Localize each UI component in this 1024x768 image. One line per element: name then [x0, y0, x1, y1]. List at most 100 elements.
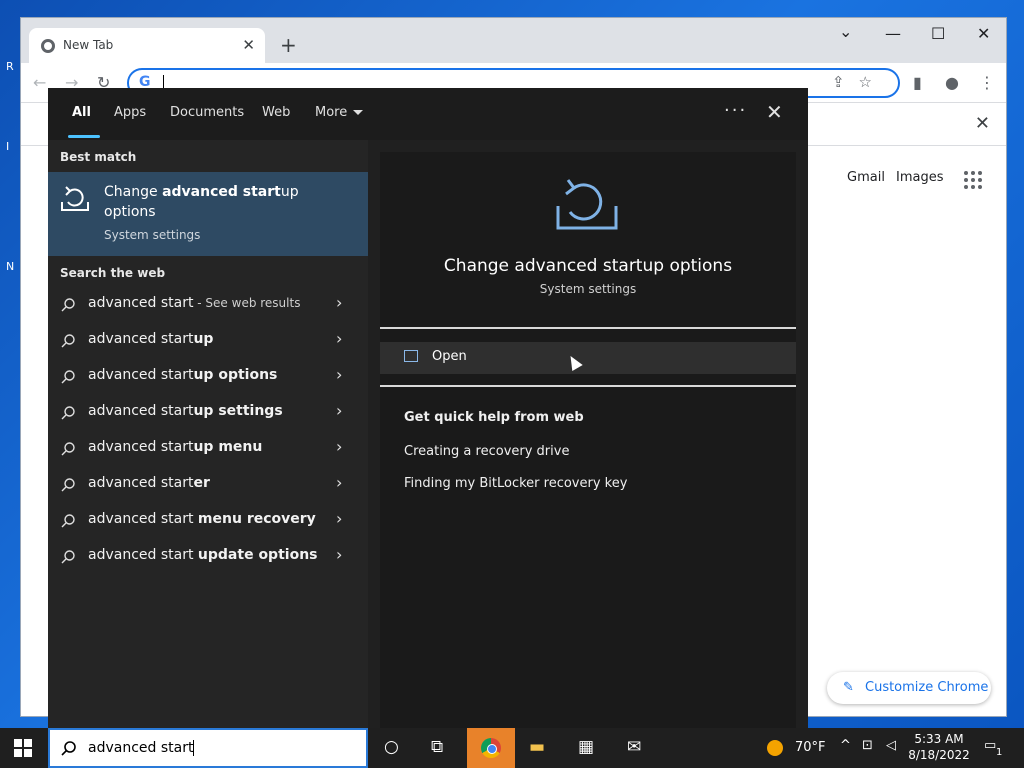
chevron-right-icon[interactable]: ›: [336, 293, 342, 312]
start-button-windows-icon[interactable]: [14, 739, 32, 757]
bookmark-star-icon[interactable]: ☆: [859, 73, 886, 91]
side-panel-icon[interactable]: ▮: [913, 73, 922, 92]
tab-apps[interactable]: Apps: [114, 105, 146, 120]
customize-chrome-button[interactable]: ✎ Customize Chrome: [827, 672, 991, 704]
clock-date: 8/18/2022: [908, 748, 970, 762]
notification-count: 1: [996, 747, 1003, 758]
search-icon: [61, 550, 75, 564]
cortana-icon[interactable]: ○: [384, 737, 399, 757]
task-view-icon[interactable]: ⧉: [431, 737, 443, 757]
recovery-large-icon: [556, 179, 618, 230]
back-arrow-icon[interactable]: ←: [33, 73, 46, 92]
active-tab-indicator: [68, 135, 100, 138]
chevron-right-icon[interactable]: ›: [336, 437, 342, 456]
search-web-label: Search the web: [60, 266, 166, 280]
result-bold: er: [193, 475, 210, 491]
chevron-right-icon[interactable]: ›: [336, 473, 342, 492]
network-icon[interactable]: ⊡: [862, 738, 873, 753]
preview-subtitle: System settings: [539, 282, 637, 296]
tab-more[interactable]: More: [315, 105, 364, 120]
taskbar-chrome-button[interactable]: [467, 728, 515, 768]
tab-close-icon[interactable]: ✕: [242, 36, 255, 54]
link-recovery-drive[interactable]: Creating a recovery drive: [404, 444, 569, 459]
search-icon: [61, 478, 75, 492]
chevron-right-icon[interactable]: ›: [336, 509, 342, 528]
bm-title-bold: advanced start: [162, 184, 281, 200]
mail-icon[interactable]: ✉: [627, 737, 641, 757]
search-icon: [61, 406, 75, 420]
file-explorer-icon[interactable]: ▬: [529, 737, 545, 757]
result-hint: - See web results: [193, 296, 301, 310]
best-match-item[interactable]: Change advanced startup options System s…: [48, 172, 368, 256]
tab-search-chevron-icon[interactable]: ⌄: [839, 22, 852, 41]
close-search-icon[interactable]: ✕: [766, 100, 783, 124]
search-icon: [61, 298, 75, 312]
tab-documents[interactable]: Documents: [170, 105, 244, 120]
result-bold: up settings: [193, 403, 283, 419]
web-result-text: advanced start - See web results: [88, 295, 300, 311]
web-result-item[interactable]: advanced start - See web results ›: [48, 287, 368, 323]
menu-kebab-icon[interactable]: ⋮: [979, 73, 995, 92]
chevron-right-icon[interactable]: ›: [336, 365, 342, 384]
best-match-title: Change advanced startup options: [104, 182, 334, 222]
share-icon[interactable]: ⇪: [832, 73, 859, 91]
web-result-item[interactable]: advanced start update options ›: [48, 539, 368, 575]
chevron-right-icon[interactable]: ›: [336, 545, 342, 564]
gmail-link[interactable]: Gmail: [847, 170, 885, 185]
volume-muted-icon[interactable]: ◁: [886, 738, 896, 753]
web-result-item[interactable]: advanced startup ›: [48, 323, 368, 359]
new-tab-button[interactable]: +: [280, 35, 297, 55]
pencil-icon: ✎: [843, 680, 854, 695]
tab-title: New Tab: [63, 38, 114, 52]
web-result-item[interactable]: advanced starter ›: [48, 467, 368, 503]
tab-web[interactable]: Web: [262, 105, 290, 120]
best-match-subtitle: System settings: [104, 228, 201, 242]
profile-avatar-icon[interactable]: ●: [945, 73, 959, 92]
weather-sun-icon[interactable]: [767, 740, 783, 756]
tab-strip: New Tab ✕ + ⌄ — ☐ ✕: [21, 18, 1006, 63]
search-icon: [61, 370, 75, 384]
result-plain: advanced start: [88, 439, 194, 455]
infobar-close-icon[interactable]: ✕: [975, 113, 990, 134]
store-icon[interactable]: ▦: [578, 737, 594, 757]
taskbar-search-box[interactable]: advanced start: [48, 728, 368, 768]
tab-more-label: More: [315, 105, 348, 120]
web-result-text: advanced startup options: [88, 367, 277, 383]
web-result-item[interactable]: advanced start menu recovery ›: [48, 503, 368, 539]
tab-all[interactable]: All: [72, 105, 91, 120]
search-icon: [61, 514, 75, 528]
open-button[interactable]: Open: [380, 342, 796, 374]
weather-temp[interactable]: 70°F: [795, 740, 826, 755]
desktop-icons-edge: RIN: [6, 60, 15, 273]
result-plain: advanced start: [88, 475, 194, 491]
more-options-icon[interactable]: ···: [724, 100, 747, 121]
web-result-text: advanced startup: [88, 331, 213, 347]
result-bold: menu recovery: [197, 511, 316, 527]
maximize-button[interactable]: ☐: [931, 24, 945, 43]
google-apps-icon[interactable]: [964, 171, 982, 189]
preview-pane: Change advanced startup options System s…: [380, 152, 796, 728]
clock[interactable]: 5:33 AM 8/18/2022: [908, 731, 970, 763]
web-result-item[interactable]: advanced startup menu ›: [48, 431, 368, 467]
open-label: Open: [432, 349, 467, 364]
web-result-item[interactable]: advanced startup options ›: [48, 359, 368, 395]
divider: [380, 327, 796, 329]
web-result-text: advanced start update options: [88, 547, 318, 563]
chevron-right-icon[interactable]: ›: [336, 401, 342, 420]
tray-chevron-up-icon[interactable]: ^: [840, 738, 851, 753]
minimize-button[interactable]: —: [885, 24, 901, 43]
result-plain: advanced start: [88, 547, 198, 563]
close-window-button[interactable]: ✕: [977, 24, 990, 43]
tab-new-tab[interactable]: New Tab ✕: [29, 28, 265, 63]
divider: [380, 385, 796, 387]
result-bold: update options: [197, 547, 318, 563]
link-bitlocker-key[interactable]: Finding my BitLocker recovery key: [404, 476, 627, 491]
text-caret: [193, 740, 195, 756]
taskbar: advanced start ○ ⧉ ▬ ▦ ✉ 70°F ^ ⊡ ◁ 5:33…: [0, 728, 1024, 768]
chevron-right-icon[interactable]: ›: [336, 329, 342, 348]
web-result-item[interactable]: advanced startup settings ›: [48, 395, 368, 431]
notification-center-icon[interactable]: ▭: [984, 738, 996, 753]
web-result-text: advanced starter: [88, 475, 210, 491]
images-link[interactable]: Images: [896, 170, 944, 185]
preview-title: Change advanced startup options: [443, 256, 733, 276]
